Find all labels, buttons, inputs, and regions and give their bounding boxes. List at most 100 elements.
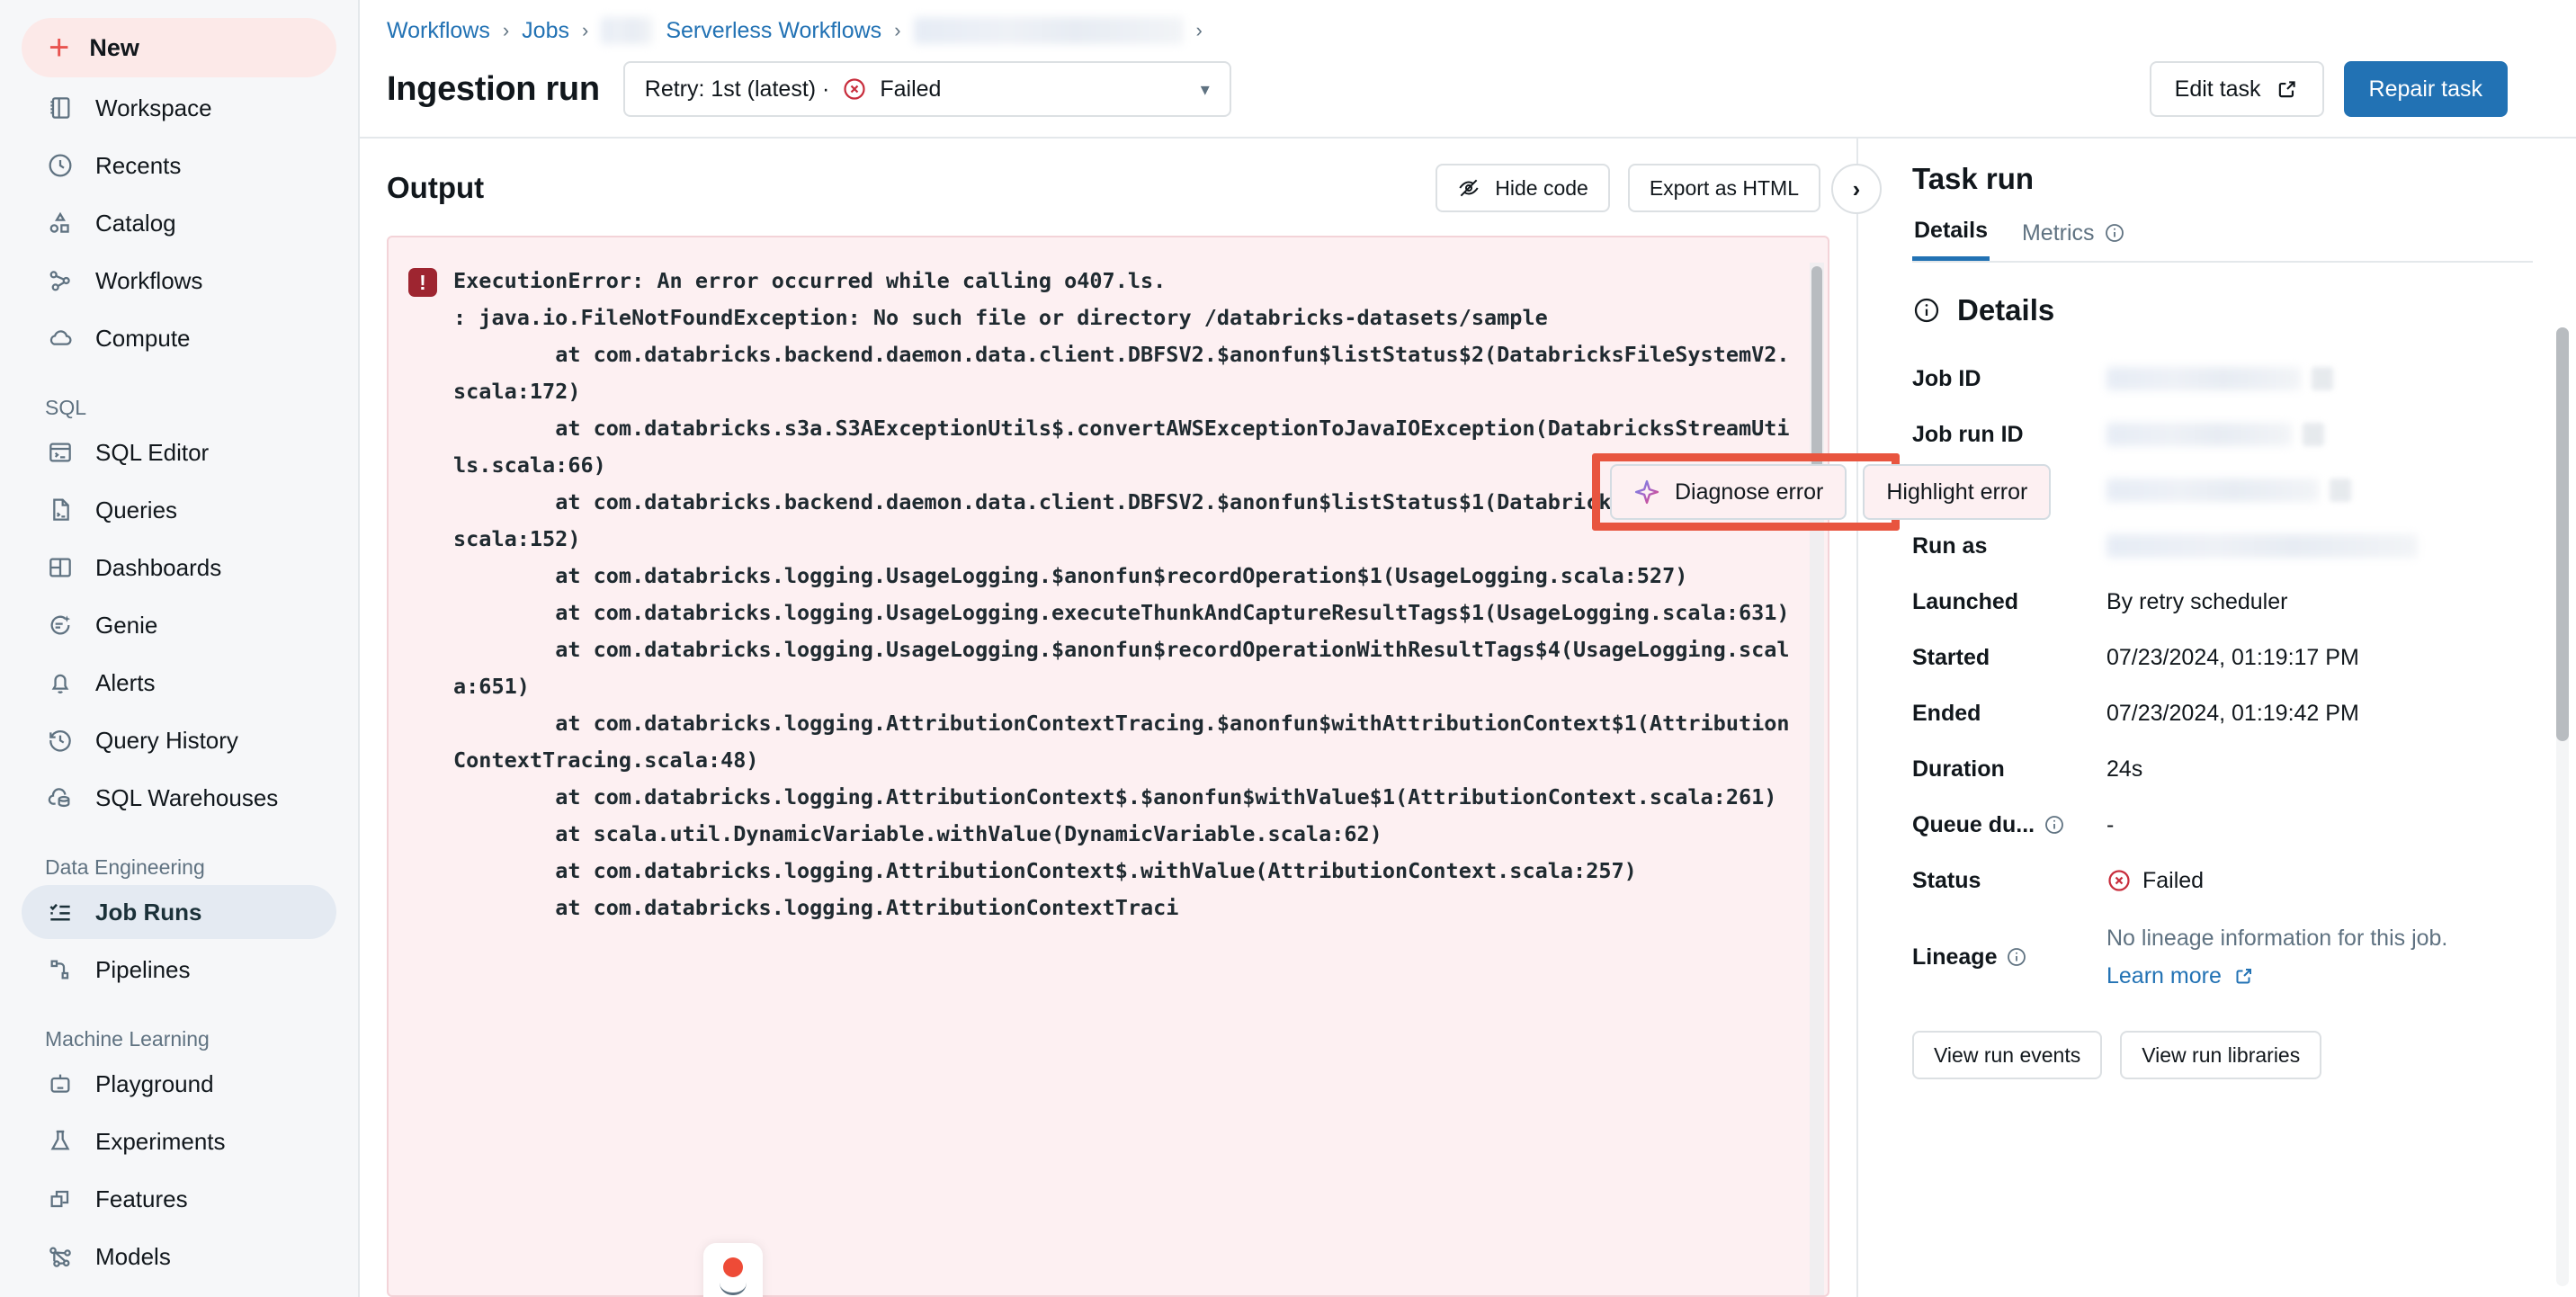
tab-metrics[interactable]: Metrics <box>2020 212 2127 261</box>
sidebar-item-models[interactable]: Models <box>22 1230 336 1284</box>
view-run-libraries-label: View run libraries <box>2142 1042 2301 1067</box>
bell-icon <box>45 667 76 698</box>
sidebar-item-label: Features <box>95 1185 188 1212</box>
output-scrollbar-thumb[interactable] <box>1811 266 1822 473</box>
sidebar-item-genie[interactable]: Genie <box>22 598 336 652</box>
info-icon[interactable] <box>2044 814 2065 836</box>
sidebar-item-label: Job Runs <box>95 898 202 926</box>
sidebar-item-workspace[interactable]: Workspace <box>22 81 336 135</box>
edit-task-button[interactable]: Edit task <box>2149 61 2324 117</box>
detail-key-lineage-label: Lineage <box>1912 944 1998 970</box>
edit-task-label: Edit task <box>2174 76 2261 102</box>
breadcrumb-separator-icon: › <box>502 19 510 41</box>
detail-value-job-run-id <box>2106 407 2536 462</box>
diagnose-error-button[interactable]: Diagnose error <box>1610 464 1847 520</box>
error-icon-column: ! <box>389 263 453 1295</box>
sidebar-item-alerts[interactable]: Alerts <box>22 656 336 710</box>
repair-task-button[interactable]: Repair task <box>2343 61 2508 117</box>
export-as-html-button[interactable]: Export as HTML <box>1627 164 1820 212</box>
detail-key-duration: Duration <box>1912 756 2005 782</box>
features-icon <box>45 1184 76 1214</box>
sidebar-item-label: Genie <box>95 611 158 639</box>
app-root: + New Workspace Recents Catalog Workflow… <box>0 0 2576 1297</box>
info-icon[interactable] <box>2006 946 2027 968</box>
info-icon <box>1914 298 1939 323</box>
detail-key-job-id: Job ID <box>1912 365 1981 391</box>
task-panel-scrollbar-thumb[interactable] <box>2556 327 2569 741</box>
detail-value-ended: 07/23/2024, 01:19:42 PM <box>2106 700 2359 726</box>
learn-more-link-wrap: Learn more <box>2106 959 2255 993</box>
breadcrumb-workflows[interactable]: Workflows <box>387 18 490 44</box>
dashboard-icon <box>45 552 76 583</box>
output-actions: Hide code Export as HTML <box>1436 164 1820 212</box>
stack-trace-text: ExecutionError: An error occurred while … <box>453 268 1790 920</box>
error-output-box: ! ExecutionError: An error occurred whil… <box>387 236 1829 1297</box>
hide-code-button[interactable]: Hide code <box>1436 164 1610 212</box>
breadcrumb-redacted-job-name <box>913 17 1184 44</box>
sidebar-item-features[interactable]: Features <box>22 1172 336 1226</box>
tab-details-label: Details <box>1914 218 1988 243</box>
task-run-title: Task run <box>1912 162 2035 195</box>
sidebar-item-sql-warehouses[interactable]: SQL Warehouses <box>22 771 336 825</box>
detail-key-started: Started <box>1912 644 1990 670</box>
assistant-widget-button[interactable] <box>703 1243 763 1297</box>
detail-key-job-run-id: Job run ID <box>1912 421 2024 447</box>
sidebar-item-label: Models <box>95 1242 171 1270</box>
breadcrumb-jobs[interactable]: Jobs <box>522 18 569 44</box>
sidebar-item-compute[interactable]: Compute <box>22 311 336 365</box>
copy-icon[interactable] <box>2312 367 2333 390</box>
warehouse-icon <box>45 783 76 813</box>
sidebar-item-job-runs[interactable]: Job Runs <box>22 885 336 939</box>
sidebar-item-playground[interactable]: Playground <box>22 1057 336 1111</box>
sidebar-item-label: SQL Editor <box>95 438 210 466</box>
sidebar-item-query-history[interactable]: Query History <box>22 713 336 767</box>
tab-metrics-label: Metrics <box>2021 219 2095 246</box>
eye-off-icon <box>1459 179 1479 197</box>
failed-status-icon <box>844 78 865 100</box>
redacted-value <box>2106 479 2319 502</box>
sidebar-item-dashboards[interactable]: Dashboards <box>22 541 336 595</box>
view-run-libraries-button[interactable]: View run libraries <box>2120 1031 2322 1079</box>
task-panel-scrollbar[interactable] <box>2556 327 2569 1286</box>
collapse-panel-button[interactable]: › <box>1831 164 1882 214</box>
copy-icon[interactable] <box>2303 423 2324 446</box>
detail-value-started: 07/23/2024, 01:19:17 PM <box>2106 644 2359 670</box>
detail-key-status: Status <box>1912 867 1981 893</box>
panel-action-buttons: View run events View run libraries <box>1912 1031 2536 1079</box>
sidebar-item-workflows[interactable]: Workflows <box>22 254 336 308</box>
detail-key-queue-duration-label: Queue du... <box>1912 811 2035 837</box>
sidebar-item-experiments[interactable]: Experiments <box>22 1114 336 1168</box>
repair-task-label: Repair task <box>2368 76 2482 102</box>
retry-select-status: Failed <box>880 76 942 102</box>
assistant-smile-icon <box>720 1283 747 1295</box>
view-run-events-button[interactable]: View run events <box>1912 1031 2103 1079</box>
detail-value-queue-duration: - <box>2106 811 2115 837</box>
query-file-icon <box>45 495 76 525</box>
detail-value-lineage: No lineage information for this job. Lea… <box>2106 908 2536 1006</box>
topbar-actions: Edit task Repair task <box>2149 61 2540 117</box>
breadcrumb-separator-icon: › <box>581 19 589 41</box>
breadcrumb-redacted-prefix <box>601 17 654 44</box>
tab-details[interactable]: Details <box>1912 212 1990 261</box>
sidebar-item-label: Compute <box>95 324 191 352</box>
sidebar-item-recents[interactable]: Recents <box>22 139 336 192</box>
sidebar-item-label: Catalog <box>95 209 176 237</box>
new-button[interactable]: + New <box>22 18 336 77</box>
highlight-error-label: Highlight error <box>1886 479 2028 505</box>
retry-select[interactable]: Retry: 1st (latest) · Failed ▾ <box>622 61 1231 117</box>
sidebar-item-pipelines[interactable]: Pipelines <box>22 943 336 997</box>
sidebar-item-catalog[interactable]: Catalog <box>22 196 336 250</box>
view-run-events-label: View run events <box>1934 1042 2081 1067</box>
robot-icon <box>45 1069 76 1099</box>
output-scrollbar[interactable] <box>1810 263 1824 1295</box>
workflows-icon <box>45 265 76 296</box>
breadcrumb-separator-icon: › <box>1195 19 1203 41</box>
sidebar-group-data-engineering: Data Engineering <box>45 855 205 879</box>
sidebar-item-queries[interactable]: Queries <box>22 483 336 537</box>
learn-more-link[interactable]: Learn more <box>2106 963 2222 988</box>
copy-icon[interactable] <box>2330 479 2351 502</box>
detail-value-job-id <box>2106 351 2536 407</box>
highlight-error-button[interactable]: Highlight error <box>1863 464 2052 520</box>
sidebar-item-sql-editor[interactable]: SQL Editor <box>22 425 336 479</box>
breadcrumb-serverless-workflows[interactable]: Serverless Workflows <box>666 18 881 44</box>
